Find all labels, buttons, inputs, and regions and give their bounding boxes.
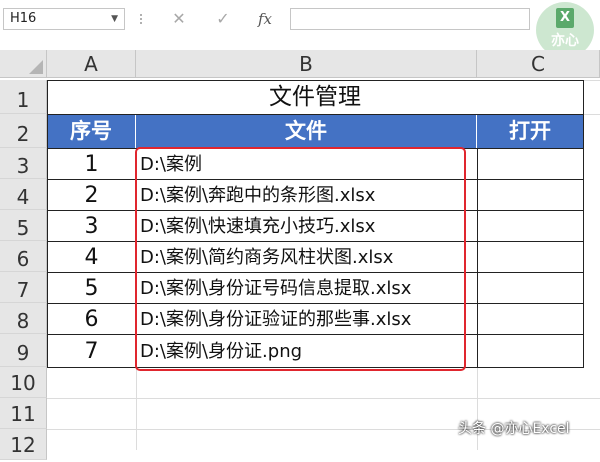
gridline <box>136 367 137 450</box>
row-header-1[interactable]: 1 <box>0 80 47 114</box>
header-open[interactable]: 打开 <box>477 114 583 148</box>
table-border <box>47 80 583 81</box>
seq-cell[interactable]: 2 <box>47 179 136 210</box>
gridline <box>583 80 600 81</box>
watermark: 头条 @亦心Excel <box>458 421 570 437</box>
formula-bar: H16 ▼ ✕ ✓ fx <box>0 0 600 40</box>
seq-cell[interactable]: 7 <box>47 334 136 367</box>
row-header-6[interactable]: 6 <box>0 241 47 272</box>
gridline <box>47 398 600 399</box>
formula-input[interactable] <box>290 8 530 30</box>
logo-text: 亦心 <box>551 33 579 49</box>
row-header-10[interactable]: 10 <box>0 367 47 398</box>
row-header-9[interactable]: 9 <box>0 334 47 367</box>
column-header-b[interactable]: B <box>136 50 477 78</box>
row-header-11[interactable]: 11 <box>0 398 47 429</box>
select-all-triangle-icon <box>29 60 43 74</box>
sheet-title[interactable]: 文件管理 <box>47 80 583 114</box>
gridline <box>583 114 600 115</box>
column-header-c[interactable]: C <box>477 50 600 78</box>
name-box-value: H16 <box>10 11 37 26</box>
header-seq[interactable]: 序号 <box>47 114 136 148</box>
excel-icon: X <box>556 8 574 28</box>
seq-cell[interactable]: 1 <box>47 148 136 179</box>
row-header-4[interactable]: 4 <box>0 179 47 210</box>
seq-cell[interactable]: 4 <box>47 241 136 272</box>
column-header-a[interactable]: A <box>47 50 136 78</box>
row-header-12[interactable]: 12 <box>0 429 47 460</box>
seq-cell[interactable]: 5 <box>47 272 136 303</box>
cancel-icon[interactable]: ✕ <box>166 7 192 31</box>
chevron-down-icon[interactable]: ▼ <box>111 9 118 29</box>
insert-function-button[interactable]: fx <box>252 7 278 31</box>
header-file[interactable]: 文件 <box>136 114 477 148</box>
row-header-2[interactable]: 2 <box>0 114 47 148</box>
row-header-7[interactable]: 7 <box>0 272 47 303</box>
seq-cell[interactable]: 6 <box>47 303 136 334</box>
select-all-button[interactable] <box>0 50 47 78</box>
row-header-8[interactable]: 8 <box>0 303 47 334</box>
table-border <box>477 148 478 368</box>
table-border <box>583 80 584 368</box>
drag-handle-icon[interactable] <box>139 12 143 26</box>
name-box[interactable]: H16 ▼ <box>3 8 125 30</box>
seq-cell[interactable]: 3 <box>47 210 136 241</box>
table-border <box>47 80 48 368</box>
row-header-5[interactable]: 5 <box>0 210 47 241</box>
enter-icon[interactable]: ✓ <box>210 7 236 31</box>
table-border <box>47 114 583 115</box>
highlight-frame <box>135 147 466 371</box>
row-header-3[interactable]: 3 <box>0 148 47 179</box>
